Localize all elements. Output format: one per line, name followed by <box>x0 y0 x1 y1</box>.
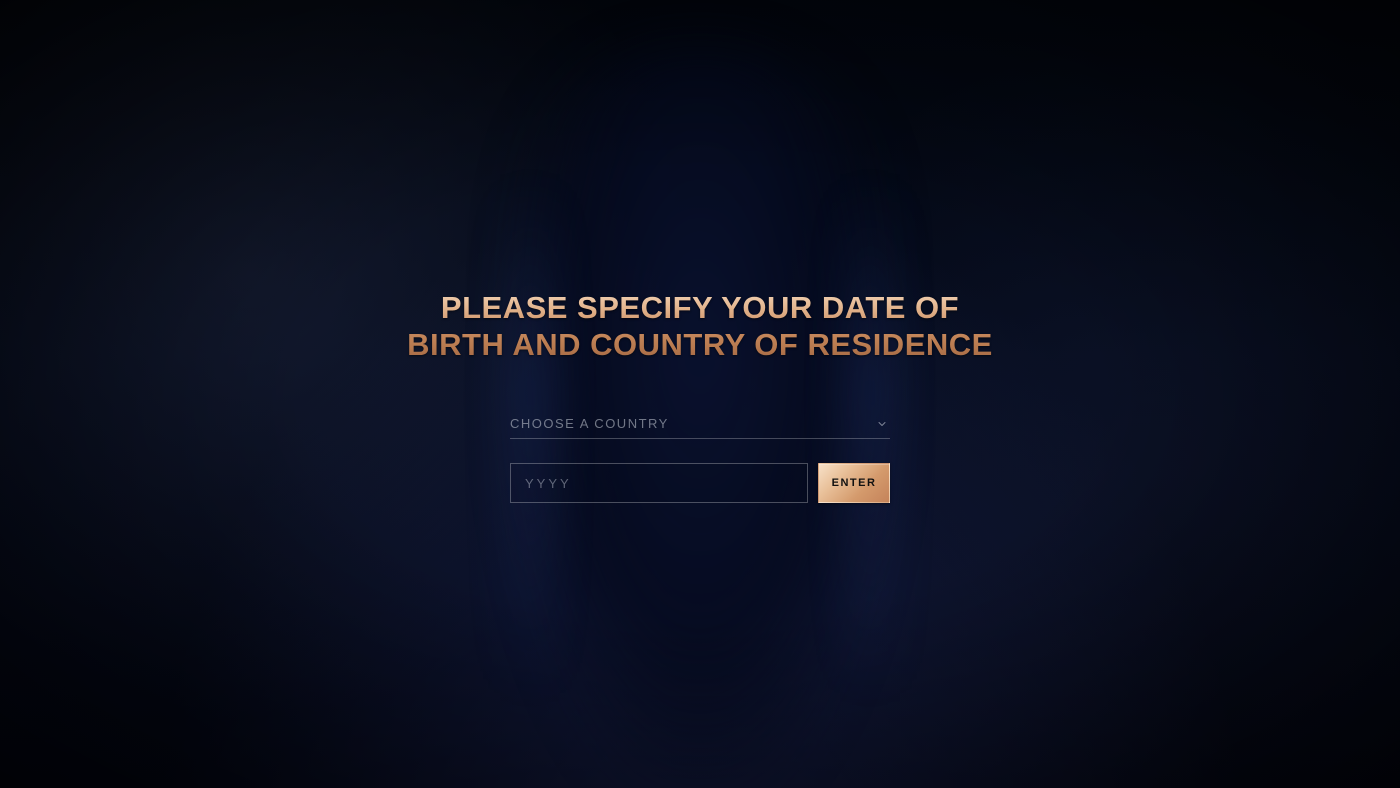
country-select[interactable]: CHOOSE A COUNTRY <box>510 409 890 439</box>
year-row: ENTER <box>510 463 890 503</box>
age-gate-screen: PLEASE SPECIFY YOUR DATE OF BIRTH AND CO… <box>0 0 1400 788</box>
heading-line-1: PLEASE SPECIFY YOUR DATE OF <box>441 290 959 325</box>
age-gate-form: CHOOSE A COUNTRY ENTER <box>510 409 890 503</box>
year-input[interactable] <box>510 463 808 503</box>
country-select-label: CHOOSE A COUNTRY <box>510 416 669 431</box>
content-container: PLEASE SPECIFY YOUR DATE OF BIRTH AND CO… <box>0 0 1400 788</box>
page-heading: PLEASE SPECIFY YOUR DATE OF BIRTH AND CO… <box>407 290 993 363</box>
chevron-down-icon <box>876 418 888 430</box>
enter-button[interactable]: ENTER <box>818 463 890 503</box>
heading-line-2: BIRTH AND COUNTRY OF RESIDENCE <box>407 327 993 362</box>
